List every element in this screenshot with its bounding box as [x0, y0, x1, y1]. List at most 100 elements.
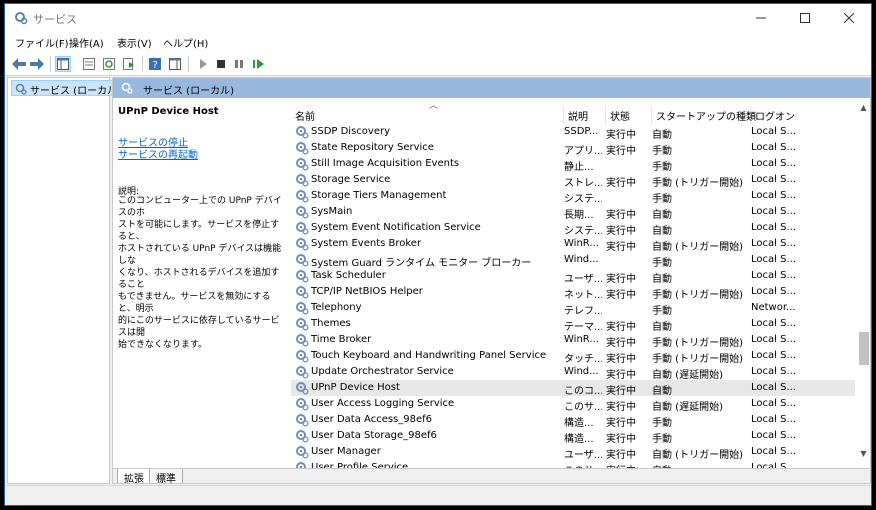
service-row[interactable]: Themes テーマ... 実行中 自動 Local S...: [291, 316, 855, 333]
service-startup-type: 自動: [652, 210, 672, 221]
service-row[interactable]: Update Orchestrator Service Wind... 実行中 自動 …: [291, 364, 855, 381]
service-status: 実行中: [606, 338, 636, 349]
service-row[interactable]: Telephony テレフ... 手動 Networ...: [291, 300, 855, 317]
tab-extended[interactable]: 拡張: [117, 469, 151, 483]
refresh-button[interactable]: [101, 56, 117, 72]
show-hide-console-tree-button[interactable]: [55, 56, 71, 72]
service-name: User Data Storage_98ef6: [311, 430, 437, 441]
service-name: User Data Access_98ef6: [311, 414, 433, 425]
service-row[interactable]: User Data Access_98ef6 構造... 実行中 手動 Local S.…: [291, 412, 855, 429]
forward-arrow-icon: [30, 58, 44, 70]
service-startup-type: 自動 (遅延開始): [652, 370, 723, 381]
service-status: 実行中: [606, 370, 636, 381]
service-row[interactable]: Task Scheduler ユーザ... 実行中 自動 Local S...: [291, 268, 855, 285]
stop-icon: [217, 60, 225, 68]
service-row[interactable]: TCP/IP NetBIOS Helper ネット... 実行中 手動 (トリガー開始…: [291, 284, 855, 301]
column-header-status[interactable]: 状態: [606, 106, 652, 124]
restart-service-button[interactable]: [250, 56, 266, 72]
column-header-description[interactable]: 説明: [564, 106, 606, 124]
help-button[interactable]: ?: [147, 56, 163, 72]
service-startup-type: 自動: [652, 386, 672, 397]
export-list-button[interactable]: [121, 56, 137, 72]
service-row[interactable]: Time Broker WinR... 実行中 手動 (トリガー開始) Local S.…: [291, 332, 855, 349]
service-row[interactable]: User Manager ユーザ... 実行中 自動 (トリガー開始) Local S.…: [291, 444, 855, 461]
restart-service-link[interactable]: サービスの再起動: [118, 146, 198, 161]
service-status: 実行中: [606, 242, 636, 253]
service-gear-icon: [295, 413, 309, 427]
help-icon: ?: [149, 58, 161, 70]
tab-standard[interactable]: 標準: [149, 469, 183, 483]
service-description: 長期...: [564, 210, 594, 221]
maximize-button[interactable]: [783, 4, 827, 32]
description-line: ホストされている UPnP デバイスは機能しな: [118, 244, 282, 266]
service-log-on-as: Local S...: [751, 334, 796, 345]
scrollbar-thumb[interactable]: [859, 332, 869, 365]
service-gear-icon: [295, 317, 309, 331]
service-log-on-as: Local S...: [751, 158, 796, 169]
service-row[interactable]: SysMain 長期... 実行中 自動 Local S...: [291, 204, 855, 221]
service-description: アプリ...: [564, 146, 602, 157]
service-row[interactable]: User Data Storage_98ef6 構造... 実行中 手動 Local S…: [291, 428, 855, 445]
pause-icon: [235, 60, 243, 68]
services-list: ︿ 名前 説明 状態 スタートアップの種類 ログオン SSDP Discover…: [291, 98, 870, 468]
description-line: もできません。サービスを無効にすると、明示: [118, 292, 271, 314]
service-name: System Events Broker: [311, 238, 422, 249]
service-description: WinR...: [564, 238, 599, 249]
column-header-log-on-as[interactable]: ログオン: [751, 106, 855, 124]
service-name: UPnP Device Host: [311, 382, 400, 393]
service-startup-type: 自動: [652, 130, 672, 141]
status-bar: [5, 485, 871, 505]
service-status: 実行中: [606, 178, 636, 189]
menu-action[interactable]: 操作(A): [69, 35, 104, 50]
service-row[interactable]: Storage Tiers Management システ... 手動 Local S.…: [291, 188, 855, 205]
service-row[interactable]: User Profile Serviceこのサ...実行中自動Local S..…: [291, 460, 855, 468]
tree-item-services-local[interactable]: サービス (ローカル): [11, 80, 125, 97]
description-line: 的にこのサービスに依存しているサービスは開: [118, 316, 280, 338]
service-startup-type: 自動: [652, 226, 672, 237]
service-gear-icon: [295, 157, 309, 171]
back-button[interactable]: [11, 56, 27, 72]
menu-view[interactable]: 表示(V): [117, 35, 152, 50]
service-description: システ...: [564, 226, 602, 237]
service-row[interactable]: UPnP Device Host このコ... 実行中 自動 Local S...: [291, 380, 855, 397]
service-description: ネット...: [564, 290, 602, 301]
service-row[interactable]: Storage Service ストレ... 実行中 手動 (トリガー開始) Local…: [291, 172, 855, 189]
service-row[interactable]: Still Image Acquisition Events 静止... 手動 Loc…: [291, 156, 855, 173]
service-row[interactable]: System Events Broker WinR... 実行中 自動 (トリガー開始…: [291, 236, 855, 253]
service-log-on-as: Local S...: [751, 126, 796, 137]
show-action-pane-button[interactable]: [167, 56, 183, 72]
service-row[interactable]: User Access Logging Service このサ... 実行中 自動 (…: [291, 396, 855, 413]
column-header-startup-type[interactable]: スタートアップの種類: [652, 106, 756, 124]
scroll-up-icon[interactable]: ▲: [855, 100, 870, 114]
forward-button[interactable]: [29, 56, 45, 72]
service-gear-icon: [295, 189, 309, 203]
service-name: SysMain: [311, 206, 353, 217]
service-startup-type: 自動 (遅延開始): [652, 402, 723, 413]
pause-service-button[interactable]: [231, 56, 247, 72]
service-gear-icon: [295, 221, 309, 235]
start-service-button[interactable]: [195, 56, 211, 72]
service-row[interactable]: System Event Notification Service システ... 実…: [291, 220, 855, 237]
main-pane-header: サービス (ローカル): [113, 78, 870, 98]
minimize-button[interactable]: [739, 4, 783, 32]
menu-help[interactable]: ヘルプ(H): [163, 35, 208, 50]
service-row[interactable]: State Repository Service アプリ... 実行中 手動 Local…: [291, 140, 855, 157]
scroll-down-icon[interactable]: ▼: [855, 446, 870, 460]
maximize-icon: [800, 13, 810, 23]
service-row[interactable]: SSDP Discovery SSDP... 実行中 自動 Local S...: [291, 124, 855, 141]
service-row[interactable]: System Guard ランタイム モニター ブローカー Wind... 手動 Lo…: [291, 252, 855, 269]
service-status: 実行中: [606, 402, 636, 413]
service-name: Telephony: [311, 302, 362, 313]
description-pane: UPnP Device Host サービスの停止 サービスの再起動 説明: この…: [113, 98, 291, 468]
column-header-name[interactable]: 名前: [291, 106, 564, 124]
service-gear-icon: [295, 237, 309, 251]
close-button[interactable]: [827, 4, 871, 32]
service-log-on-as: Local S...: [751, 350, 796, 361]
service-name: User Access Logging Service: [311, 398, 455, 409]
service-row[interactable]: Touch Keyboard and Handwriting Panel Ser…: [291, 348, 855, 365]
menu-file[interactable]: ファイル(F): [15, 35, 69, 50]
properties-button[interactable]: [81, 56, 97, 72]
vertical-scrollbar[interactable]: ▲ ▼: [855, 98, 870, 468]
service-status: 実行中: [606, 322, 636, 333]
stop-service-button[interactable]: [213, 56, 229, 72]
